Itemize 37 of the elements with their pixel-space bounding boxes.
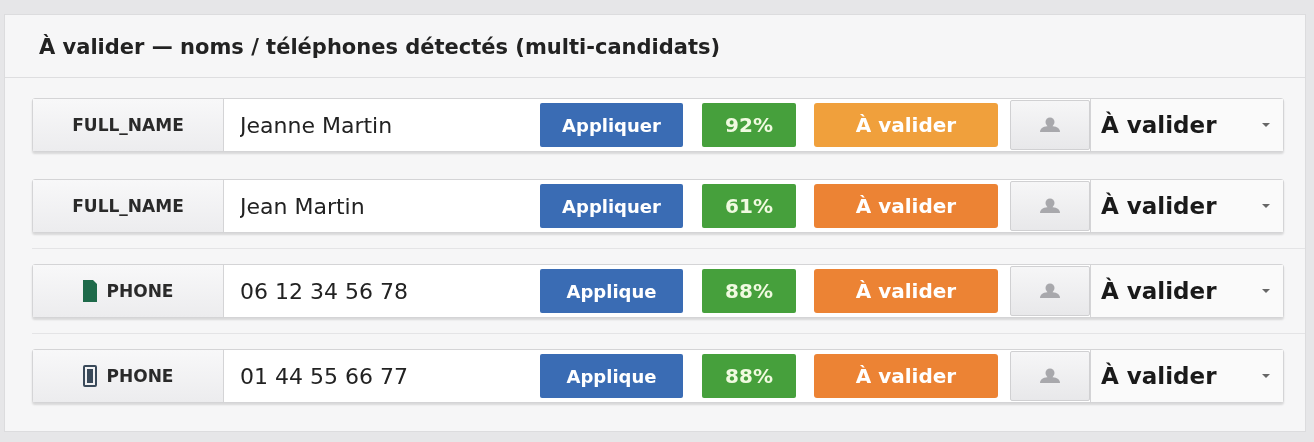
assign-button[interactable] [1010, 100, 1090, 150]
confidence-badge: 88% [702, 269, 796, 313]
type-text: PHONE [106, 281, 174, 301]
confidence-badge: 92% [702, 103, 796, 147]
assign-button[interactable] [1010, 266, 1090, 316]
status-dropdown[interactable]: À valider [1090, 99, 1283, 151]
apply-button[interactable]: Appliquer [540, 184, 683, 228]
panel-title: À valider — noms / téléphones détectés (multi-candidats) [5, 15, 1305, 78]
type-text: FULL_NAME [72, 115, 184, 135]
assign-button[interactable] [1010, 181, 1090, 231]
confidence-badge: 61% [702, 184, 796, 228]
confidence-badge: 88% [702, 354, 796, 398]
caret-icon [1261, 203, 1271, 209]
caret-icon [1261, 122, 1271, 128]
phone-icon [82, 280, 97, 302]
status-dropdown[interactable]: À valider [1090, 180, 1283, 232]
apply-button[interactable]: Appliquer [540, 103, 683, 147]
type-text: FULL_NAME [72, 196, 184, 216]
status-badge: À valider [814, 103, 998, 147]
status-badge: À valider [814, 269, 998, 313]
apply-button[interactable]: Applique [540, 269, 683, 313]
value-field[interactable]: 06 12 34 56 78 [224, 278, 540, 304]
status-badge: À valider [814, 354, 998, 398]
apply-button[interactable]: Applique [540, 354, 683, 398]
phone-icon [82, 365, 97, 387]
caret-icon [1261, 373, 1271, 379]
value-field[interactable]: 01 44 55 66 77 [224, 363, 540, 389]
status-dropdown[interactable]: À valider [1090, 265, 1283, 317]
person-icon [1038, 368, 1062, 384]
person-icon [1038, 117, 1062, 133]
status-badge: À valider [814, 184, 998, 228]
person-icon [1038, 283, 1062, 299]
type-text: PHONE [106, 366, 174, 386]
assign-button[interactable] [1010, 351, 1090, 401]
status-dropdown[interactable]: À valider [1090, 350, 1283, 402]
caret-icon [1261, 288, 1271, 294]
person-icon [1038, 198, 1062, 214]
